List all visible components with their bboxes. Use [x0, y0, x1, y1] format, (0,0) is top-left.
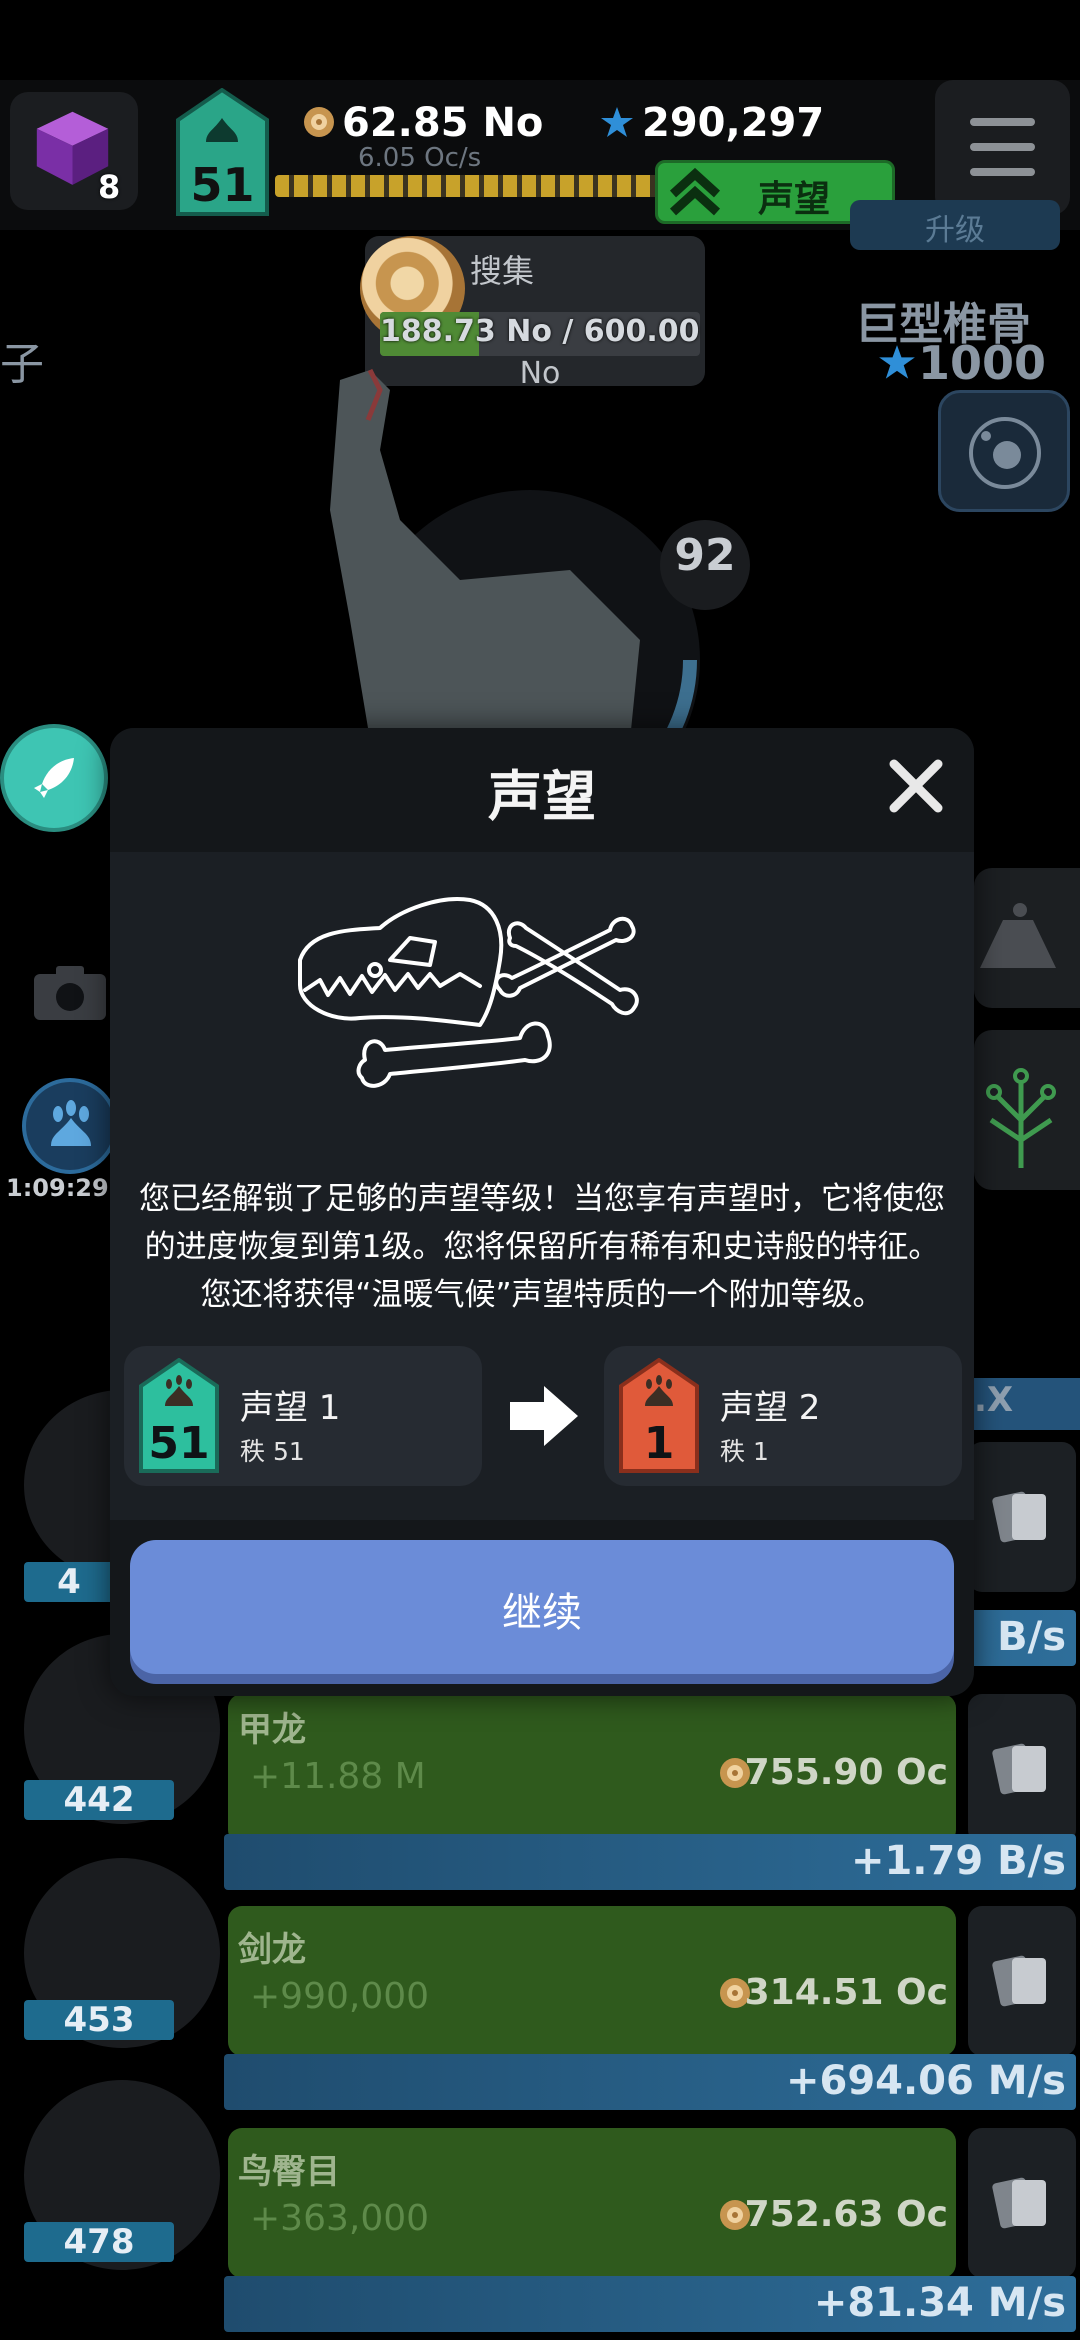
cards-icon: [992, 1743, 1046, 1795]
arrow-right-icon: [510, 1386, 578, 1446]
dino-level: 4: [24, 1562, 114, 1602]
camera-icon[interactable]: [32, 962, 108, 1022]
tree-icon: [986, 1068, 1056, 1168]
footprint-icon: [51, 1100, 91, 1146]
player-level: 51: [190, 158, 255, 212]
dino-name: 甲龙: [238, 1710, 306, 1750]
xp-bar: [275, 175, 665, 197]
gather-label: 搜集: [470, 252, 535, 290]
dino-level: 453: [24, 2000, 174, 2040]
upgrade-button-label: 升级: [925, 213, 985, 248]
dino-cost: 752.63 Oc: [744, 2194, 948, 2235]
rate-bar-text: +694.06 M/s: [785, 2058, 1066, 2104]
current-prestige-title: 声望 1: [240, 1388, 341, 1428]
dino-cost: 314.51 Oc: [744, 1972, 948, 2013]
dino-gain: +11.88 M: [250, 1756, 426, 1797]
dialog-description: 您已经解锁了足够的声望等级！当您享有声望时，它将使您的进度恢复到第1级。您将保留…: [139, 1181, 945, 1313]
ammonite-icon: [304, 107, 334, 137]
dino-gain: +990,000: [250, 1976, 430, 2017]
dino-count: 92: [674, 530, 736, 581]
cards-icon: [992, 1955, 1046, 2007]
dino-level: 478: [24, 2222, 174, 2262]
dino-gain: +363,000: [250, 2198, 430, 2239]
rate-bar-text: +1.79 B/s: [850, 1838, 1066, 1884]
dino-level: 442: [24, 1780, 174, 1820]
continue-button-label: 继续: [502, 1590, 582, 1636]
dino-name: 剑龙: [238, 1930, 306, 1970]
dino-name: 鸟臀目: [238, 2152, 340, 2192]
next-prestige-title: 声望 2: [720, 1388, 821, 1428]
gem-star-icon: [879, 345, 915, 379]
offscreen-label: 子: [0, 339, 44, 390]
rocket-icon: [34, 758, 74, 798]
cards-icon: [992, 1491, 1046, 1543]
tab-label: .X: [974, 1380, 1014, 1420]
current-prestige-rank: 秩 51: [240, 1437, 305, 1466]
menu-icon: [970, 118, 1035, 126]
cards-icon: [992, 2177, 1046, 2229]
menu-icon-line: [970, 168, 1035, 176]
next-prestige-badge-num: 1: [643, 1418, 675, 1469]
gem-count: 8: [98, 168, 121, 206]
upgrade-cost: 1000: [918, 336, 1047, 390]
currency-rate: 6.05 Oc/s: [358, 143, 482, 173]
gem-star-icon: [601, 107, 633, 137]
current-prestige-badge-num: 51: [148, 1418, 210, 1469]
menu-icon-line: [970, 143, 1035, 151]
dialog-title: 声望: [488, 765, 596, 828]
skull-and-bones-icon: [298, 897, 639, 1088]
prestige-button-label: 声望: [758, 179, 831, 220]
sun-icon: [969, 417, 1041, 489]
gather-progress-text: 188.73 No / 600.00: [380, 314, 700, 349]
volcano-icon: [980, 903, 1056, 968]
currency-amount: 62.85 No: [342, 100, 544, 146]
rate-bar-text: +81.34 M/s: [813, 2280, 1066, 2326]
next-prestige-rank: 秩 1: [720, 1437, 769, 1466]
gems-amount: 290,297: [642, 100, 825, 146]
dino-cost: 755.90 Oc: [744, 1752, 948, 1793]
close-icon[interactable]: [880, 750, 952, 822]
double-chevron-up-icon: [669, 167, 721, 216]
